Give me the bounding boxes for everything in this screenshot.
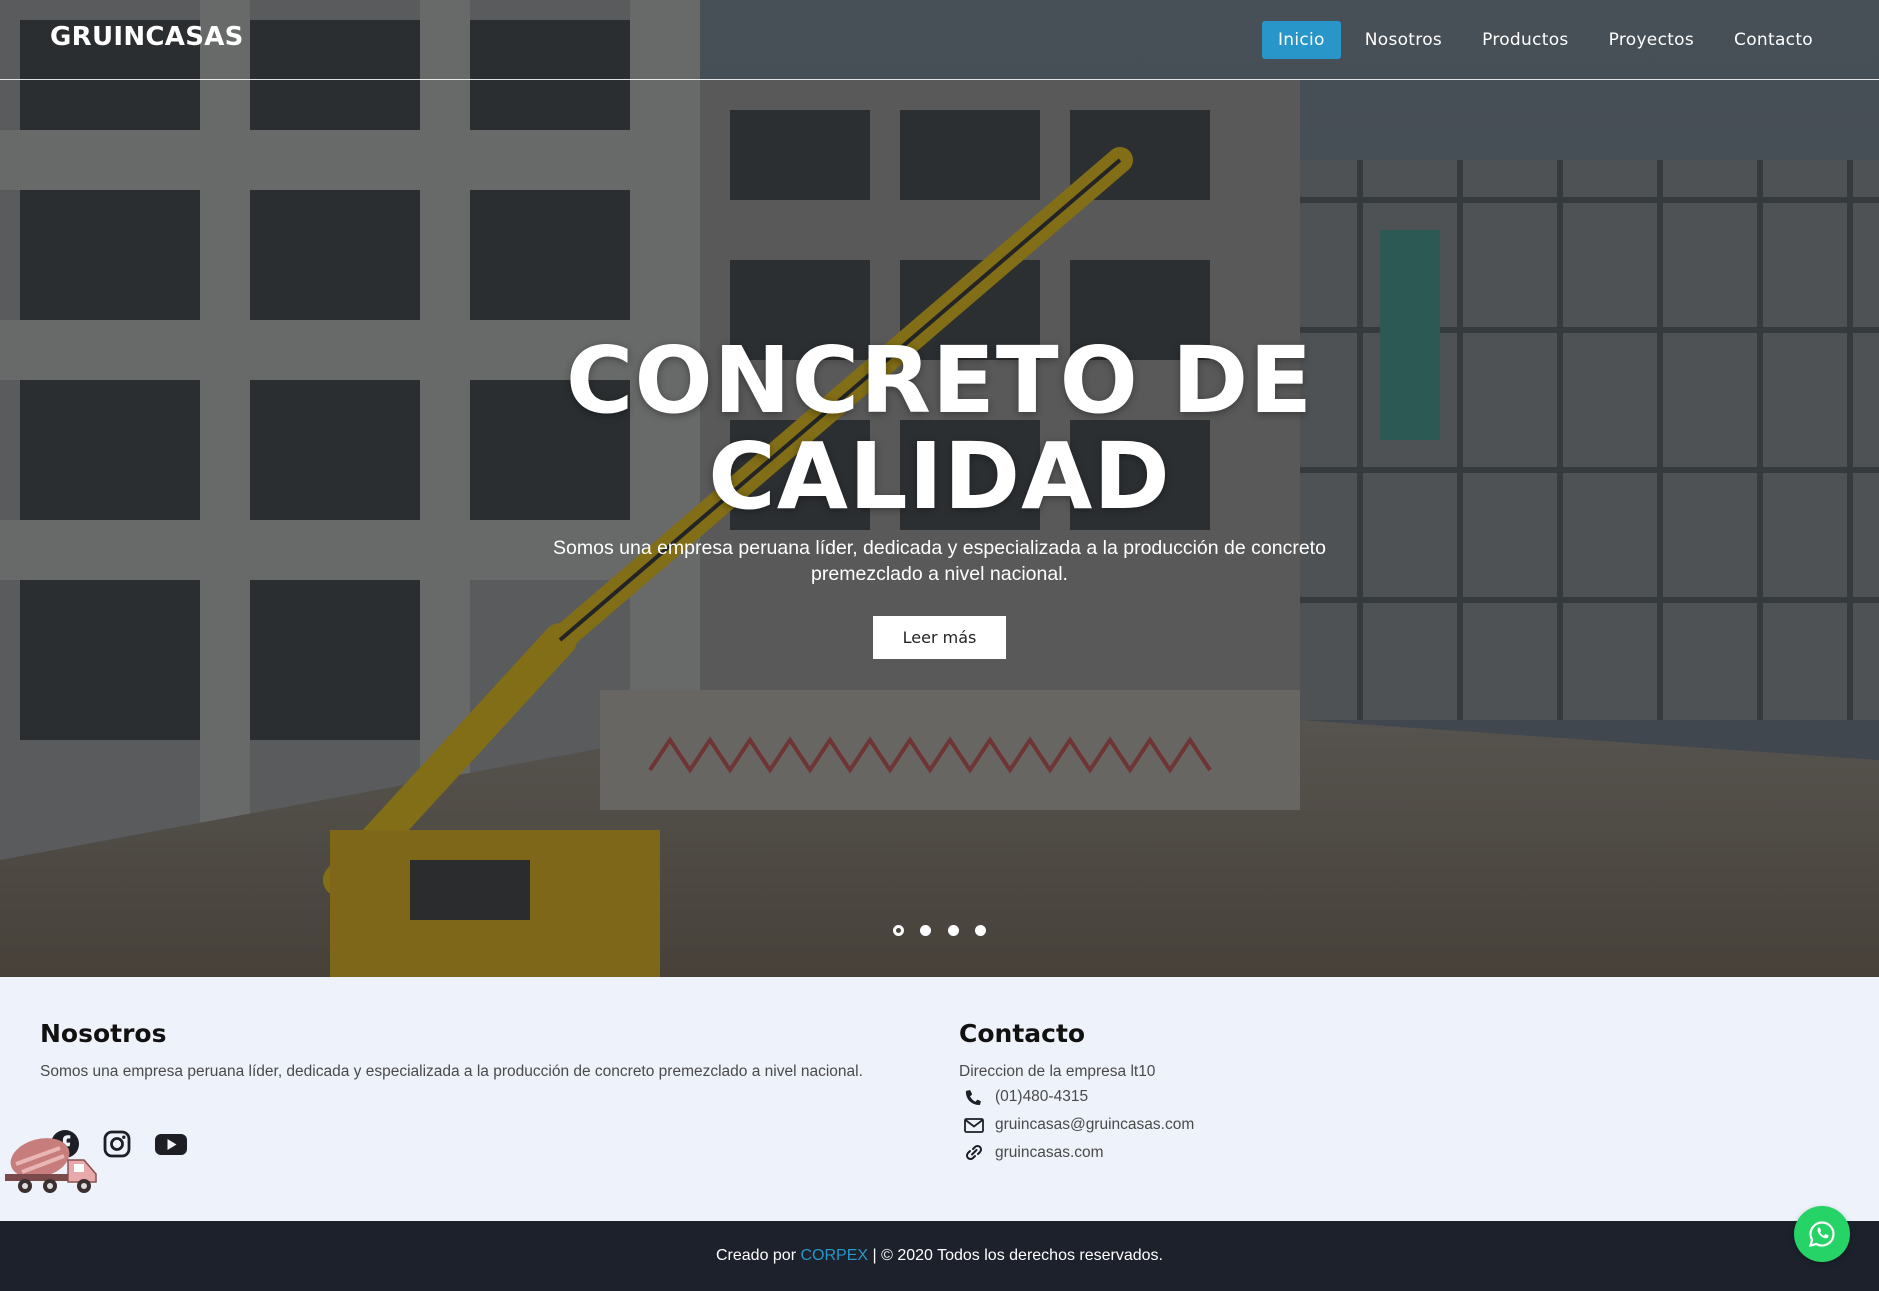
link-icon	[963, 1143, 985, 1163]
carousel-indicators	[0, 923, 1879, 941]
contact-heading: Contacto	[959, 1019, 1086, 1048]
contact-column: Contacto Direccion de la empresa lt10 (0…	[959, 1019, 1459, 1167]
contact-website: gruincasas.com	[959, 1139, 1459, 1167]
envelope-icon	[963, 1115, 985, 1135]
page-footer: Creado por CORPEX | © 2020 Todos los der…	[0, 1221, 1879, 1291]
hero-subtitle: Somos una empresa peruana líder, dedicad…	[553, 537, 1326, 585]
youtube-icon[interactable]	[154, 1129, 188, 1159]
footer-brand-link[interactable]: CORPEX	[800, 1247, 868, 1264]
about-column: Nosotros Somos una empresa peruana líder…	[40, 1019, 890, 1083]
carousel-dot-2[interactable]	[920, 925, 932, 936]
about-text: Somos una empresa peruana líder, dedicad…	[40, 1063, 863, 1080]
footer-copyright: | © 2020 Todos los derechos reservados.	[872, 1247, 1163, 1264]
hero-caption: CONCRETO DE CALIDAD Somos una empresa pe…	[0, 333, 1879, 659]
nav-item-proyectos[interactable]: Proyectos	[1593, 21, 1710, 59]
whatsapp-icon	[1808, 1221, 1835, 1248]
whatsapp-button[interactable]	[1794, 1206, 1850, 1262]
carousel-dot-4[interactable]	[975, 925, 987, 936]
nav-item-inicio[interactable]: Inicio	[1261, 21, 1341, 59]
instagram-icon[interactable]	[102, 1129, 132, 1159]
phone-text[interactable]: (01)480-4315	[995, 1088, 1088, 1106]
hero-carousel: GRUINCASAS Inicio Nosotros Productos Pro…	[0, 0, 1879, 977]
email-text[interactable]: gruincasas@gruincasas.com	[995, 1116, 1194, 1134]
info-section: Nosotros Somos una empresa peruana líder…	[0, 977, 1879, 1221]
carousel-dot-1[interactable]	[892, 925, 904, 936]
brand-logo[interactable]: GRUINCASAS	[50, 22, 244, 52]
nav-item-contacto[interactable]: Contacto	[1718, 21, 1829, 59]
nav-item-nosotros[interactable]: Nosotros	[1349, 21, 1458, 59]
contact-email: gruincasas@gruincasas.com	[959, 1111, 1459, 1139]
footer-prefix: Creado por	[715, 1247, 797, 1264]
hero-title: CONCRETO DE CALIDAD	[565, 327, 1314, 530]
carousel-dot-3[interactable]	[947, 925, 959, 936]
top-navbar: GRUINCASAS Inicio Nosotros Productos Pro…	[0, 0, 1879, 80]
nav-menu: Inicio Nosotros Productos Proyectos Cont…	[1261, 21, 1829, 59]
read-more-button[interactable]: Leer más	[872, 616, 1007, 659]
nav-item-productos[interactable]: Productos	[1466, 21, 1585, 59]
phone-icon	[963, 1087, 985, 1107]
about-heading: Nosotros	[40, 1019, 167, 1048]
mixer-truck-illustration	[0, 1134, 100, 1201]
website-text[interactable]: gruincasas.com	[995, 1144, 1104, 1162]
contact-address: Direccion de la empresa lt10	[959, 1063, 1156, 1080]
contact-phone: (01)480-4315	[959, 1083, 1459, 1111]
